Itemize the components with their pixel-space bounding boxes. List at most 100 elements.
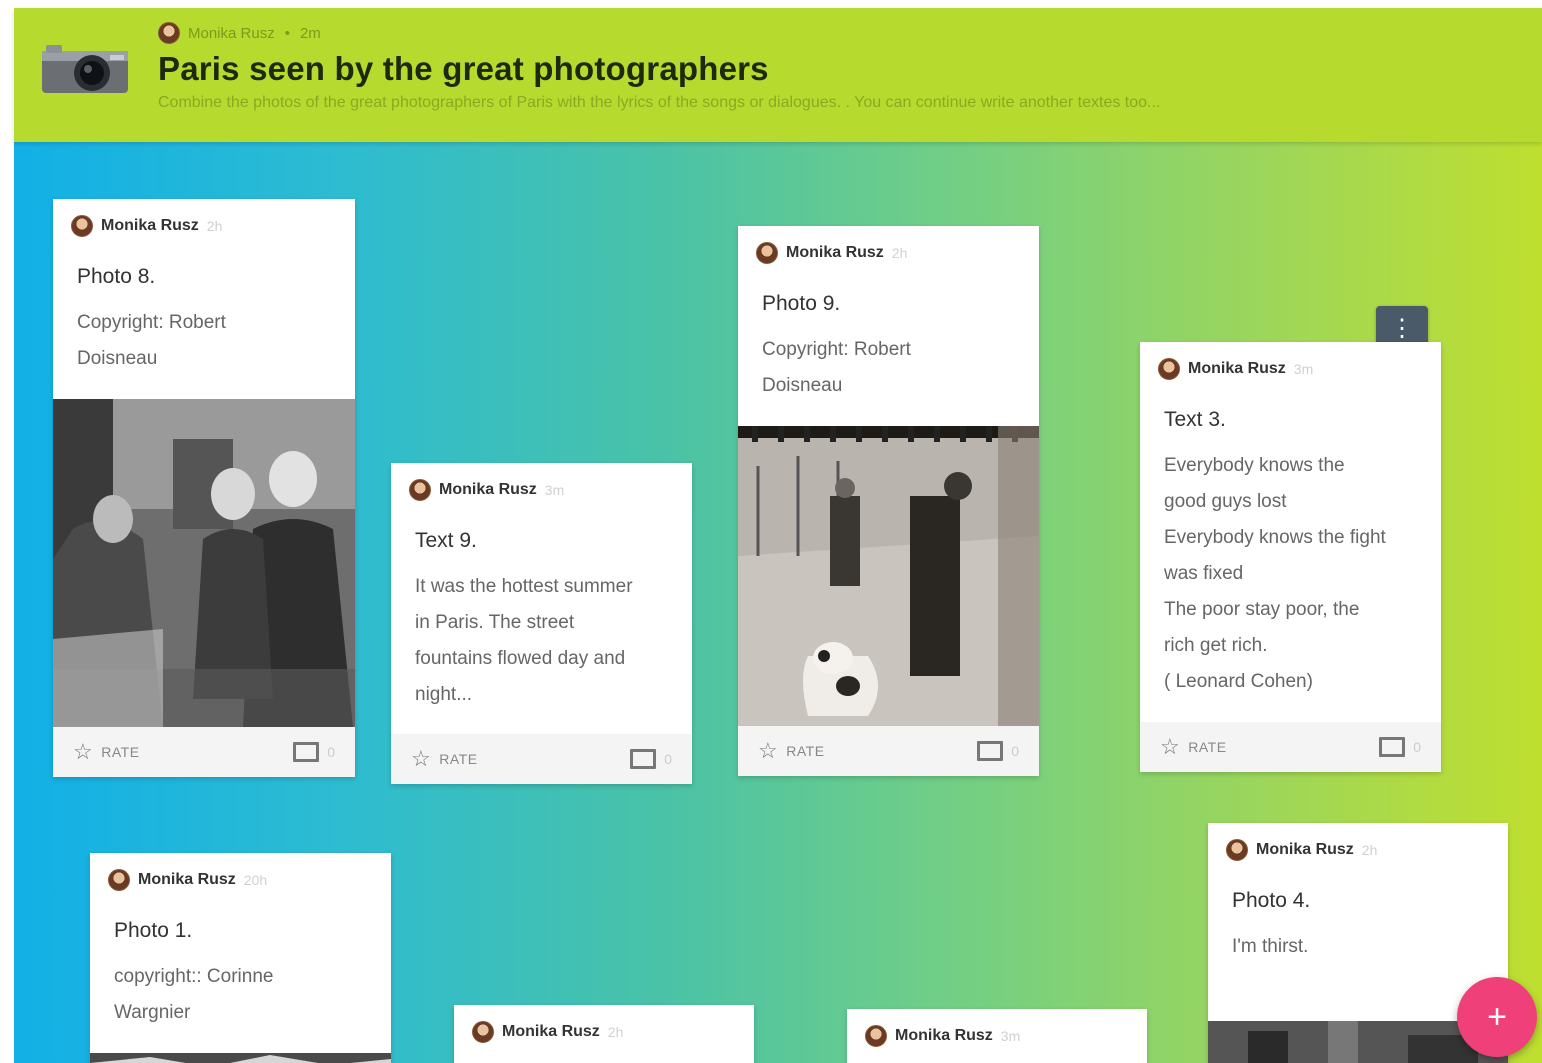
author-name[interactable]: Monika Rusz xyxy=(895,1027,993,1045)
post-footer: ☆ RATE 0 xyxy=(391,734,692,784)
avatar xyxy=(1226,839,1248,861)
comment-icon xyxy=(293,742,320,762)
avatar xyxy=(409,479,431,501)
post-body-line: was fixed xyxy=(1164,563,1244,584)
post-body-line: in Paris. The street xyxy=(415,612,575,633)
comments-button[interactable]: 0 xyxy=(977,741,1019,761)
post-card-photo8[interactable]: Monika Rusz 2h Photo 8. Copyright: Rober… xyxy=(53,199,355,777)
comment-icon xyxy=(630,749,657,769)
avatar xyxy=(472,1021,494,1043)
rate-label: RATE xyxy=(101,744,140,760)
post-card-text3[interactable]: Monika Rusz 3m Text 3. Everybody knows t… xyxy=(1140,342,1441,772)
rate-button[interactable]: ☆ RATE xyxy=(73,741,140,763)
author-name[interactable]: Monika Rusz xyxy=(101,217,199,235)
rate-button[interactable]: ☆ RATE xyxy=(411,748,478,770)
post-footer: ☆ RATE 0 xyxy=(53,727,355,777)
post-body-line: It was the hottest summer xyxy=(415,576,633,597)
comments-button[interactable]: 0 xyxy=(630,749,672,769)
rate-label: RATE xyxy=(1188,739,1227,755)
post-author: Monika Rusz 3m xyxy=(409,479,564,501)
post-title: Text 3. xyxy=(1164,408,1226,431)
post-body: Everybody knows the good guys lost Every… xyxy=(1164,448,1386,700)
post-photo[interactable] xyxy=(90,1053,391,1063)
header-time: 2m xyxy=(299,24,321,42)
post-title: Photo 4. xyxy=(1232,889,1311,912)
post-author: Monika Rusz 3m xyxy=(865,1025,1020,1047)
post-footer: ☆ RATE 0 xyxy=(738,726,1039,776)
post-author: Monika Rusz 2h xyxy=(756,242,907,264)
author-name[interactable]: Monika Rusz xyxy=(1256,841,1354,859)
comment-icon xyxy=(1379,737,1406,757)
post-card-photo9[interactable]: Monika Rusz 2h Photo 9. Copyright: Rober… xyxy=(738,226,1039,776)
camera-icon xyxy=(42,45,128,93)
post-time: 3m xyxy=(1293,361,1314,377)
post-photo[interactable] xyxy=(738,426,1039,726)
comment-count: 0 xyxy=(327,744,335,760)
photo-image xyxy=(738,426,1039,726)
rate-button[interactable]: ☆ RATE xyxy=(1160,736,1227,758)
post-title: Photo 9. xyxy=(762,292,841,315)
page-title: Paris seen by the great photographers xyxy=(158,50,769,87)
post-author: Monika Rusz 20h xyxy=(108,869,267,891)
comments-button[interactable]: 0 xyxy=(293,742,335,762)
add-post-button[interactable]: + xyxy=(1457,977,1537,1057)
post-body-line: Doisneau xyxy=(762,375,843,396)
header-meta: Monika Rusz • 2m xyxy=(158,22,321,44)
post-body-line: rich get rich. xyxy=(1164,635,1268,656)
avatar xyxy=(71,215,93,237)
post-body-line: Doisneau xyxy=(77,348,158,369)
post-body: It was the hottest summer in Paris. The … xyxy=(415,569,633,713)
comment-count: 0 xyxy=(1011,743,1019,759)
post-card-text9[interactable]: Monika Rusz 3m Text 9. It was the hottes… xyxy=(391,463,692,784)
post-body-line: The poor stay poor, the xyxy=(1164,599,1360,620)
author-name[interactable]: Monika Rusz xyxy=(439,481,537,499)
post-body: Copyright: Robert Doisneau xyxy=(77,305,226,377)
avatar xyxy=(865,1025,887,1047)
post-body-line: Wargnier xyxy=(114,1002,191,1023)
post-body: I'm thirst. xyxy=(1232,929,1308,965)
rate-label: RATE xyxy=(786,743,825,759)
post-body-line: Copyright: Robert xyxy=(77,312,226,333)
post-body: Copyright: Robert Doisneau xyxy=(762,332,911,404)
author-name[interactable]: Monika Rusz xyxy=(502,1023,600,1041)
comment-count: 0 xyxy=(664,751,672,767)
rate-button[interactable]: ☆ RATE xyxy=(758,740,825,762)
post-time: 3m xyxy=(1000,1028,1021,1044)
avatar xyxy=(158,22,180,44)
board-canvas[interactable]: Monika Rusz 2h Photo 8. Copyright: Rober… xyxy=(14,142,1542,1063)
post-time: 2h xyxy=(1361,842,1378,858)
post-time: 2h xyxy=(607,1024,624,1040)
author-name[interactable]: Monika Rusz xyxy=(786,244,884,262)
star-icon: ☆ xyxy=(411,746,432,771)
board-header: Monika Rusz • 2m Paris seen by the great… xyxy=(14,8,1542,142)
post-author: Monika Rusz 3m xyxy=(1158,358,1313,380)
post-card-bottom2[interactable]: Monika Rusz 3m xyxy=(847,1009,1147,1063)
post-title: Photo 8. xyxy=(77,265,156,288)
photo-image xyxy=(53,399,355,727)
post-card-photo1[interactable]: Monika Rusz 20h Photo 1. copyright:: Cor… xyxy=(90,853,391,1063)
photo-image xyxy=(90,1053,391,1063)
post-title: Text 9. xyxy=(415,529,477,552)
post-time: 20h xyxy=(243,872,268,888)
post-body-line: good guys lost xyxy=(1164,491,1287,512)
author-name[interactable]: Monika Rusz xyxy=(138,871,236,889)
post-footer: ☆ RATE 0 xyxy=(1140,722,1441,772)
post-photo[interactable] xyxy=(53,399,355,727)
comments-button[interactable]: 0 xyxy=(1379,737,1421,757)
post-body-line: night... xyxy=(415,684,473,705)
comment-count: 0 xyxy=(1413,739,1421,755)
comment-icon xyxy=(977,741,1004,761)
post-body-line: fountains flowed day and xyxy=(415,648,626,669)
author-name[interactable]: Monika Rusz xyxy=(1188,360,1286,378)
post-author: Monika Rusz 2h xyxy=(71,215,222,237)
rate-label: RATE xyxy=(439,751,478,767)
header-author[interactable]: Monika Rusz xyxy=(188,25,275,42)
star-icon: ☆ xyxy=(1160,734,1181,759)
post-author: Monika Rusz 2h xyxy=(1226,839,1377,861)
meta-separator: • xyxy=(284,24,290,42)
post-card-bottom1[interactable]: Monika Rusz 2h xyxy=(454,1005,754,1063)
post-body-line: Copyright: Robert xyxy=(762,339,911,360)
post-body-line: Everybody knows the fight xyxy=(1164,527,1386,548)
avatar xyxy=(1158,358,1180,380)
post-body-line: Everybody knows the xyxy=(1164,455,1345,476)
